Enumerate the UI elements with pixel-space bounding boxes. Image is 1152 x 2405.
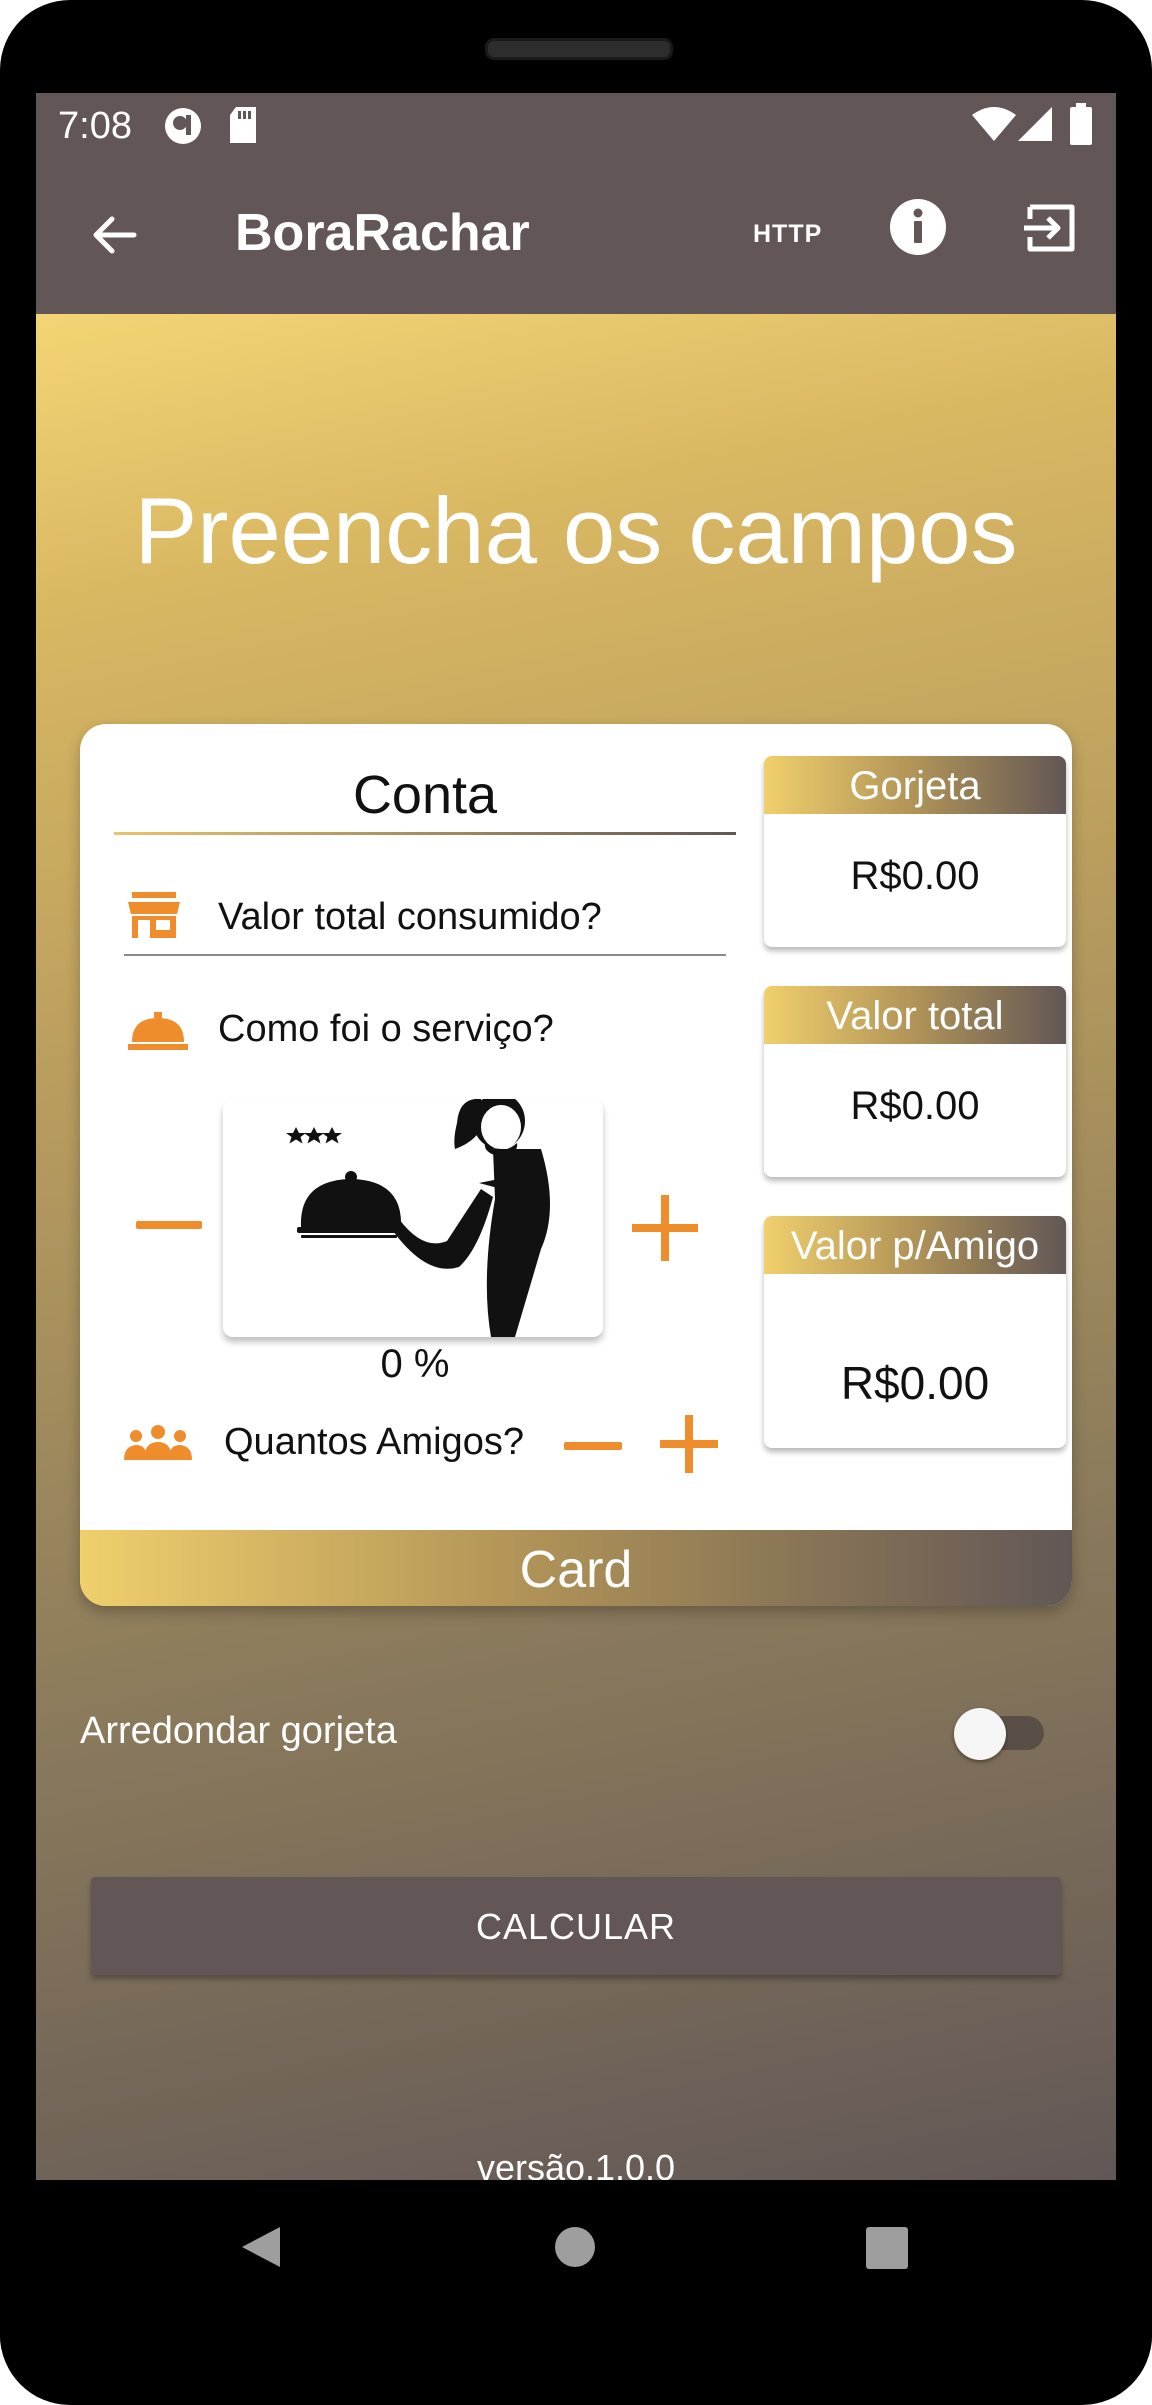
app-notification-icon	[165, 108, 201, 144]
room-service-bell-icon	[128, 1012, 188, 1050]
tip-result-value: R$0.00	[850, 854, 980, 898]
friends-increase-button[interactable]	[660, 1415, 718, 1473]
total-field-underline	[124, 954, 726, 956]
version-label: versão.1.0.0	[476, 2147, 676, 2180]
http-button[interactable]: HTTP	[753, 220, 822, 249]
tip-result-card: Gorjeta R$0.00	[764, 756, 1066, 947]
screen: 7:08 BoraRachar HTTP Preencha os campos …	[36, 93, 1116, 2180]
bill-card: Conta Valor total consumido? Como foi o …	[80, 724, 1072, 1606]
nav-back-icon[interactable]	[240, 2225, 282, 2269]
service-increase-button[interactable]	[632, 1195, 698, 1261]
service-label: Como foi o serviço?	[218, 1008, 554, 1050]
logout-icon[interactable]	[1024, 201, 1078, 255]
app-title: BoraRachar	[235, 204, 530, 262]
waiter-image	[223, 1093, 603, 1337]
total-result-value: R$0.00	[850, 1084, 980, 1128]
round-tip-switch[interactable]	[954, 1708, 1006, 1760]
back-arrow-icon[interactable]	[90, 211, 138, 259]
signal-icon	[1018, 107, 1052, 141]
total-result-card: Valor total R$0.00	[764, 986, 1066, 1177]
phone-frame: 7:08 BoraRachar HTTP Preencha os campos …	[0, 0, 1152, 2405]
service-percent: 0 %	[380, 1342, 450, 1386]
wifi-icon	[972, 107, 1016, 141]
status-time: 7:08	[58, 105, 132, 147]
nav-recents-icon[interactable]	[866, 2227, 908, 2269]
per-friend-result-value: R$0.00	[840, 1357, 990, 1409]
app-bar: BoraRachar HTTP	[36, 157, 1116, 314]
total-consumed-input[interactable]: Valor total consumido?	[218, 896, 602, 939]
navigation-bar	[0, 2180, 1152, 2350]
calculate-button[interactable]: CALCULAR	[91, 1877, 1061, 1975]
sd-card-icon	[230, 107, 256, 143]
content-area: Preencha os campos Conta Valor total con…	[36, 314, 1116, 2180]
nav-home-icon[interactable]	[554, 2226, 596, 2268]
per-friend-result-card: Valor p/Amigo R$0.00	[764, 1216, 1066, 1448]
battery-icon	[1070, 103, 1092, 145]
total-result-label: Valor total	[764, 986, 1066, 1044]
card-section-title: Conta	[352, 765, 498, 825]
status-bar: 7:08	[36, 93, 1116, 157]
store-icon	[128, 892, 180, 938]
friends-decrease-button[interactable]	[564, 1442, 622, 1450]
people-icon	[124, 1425, 192, 1460]
info-icon[interactable]	[889, 198, 947, 256]
page-title: Preencha os campos	[134, 478, 1018, 583]
per-friend-result-label: Valor p/Amigo	[764, 1216, 1066, 1274]
friends-label: Quantos Amigos?	[224, 1421, 524, 1463]
waiter-illustration	[286, 1093, 550, 1337]
round-tip-label: Arredondar gorjeta	[80, 1710, 397, 1752]
section-underline	[114, 832, 736, 835]
speaker-grille	[485, 38, 673, 60]
tip-result-label: Gorjeta	[764, 756, 1066, 814]
service-decrease-button[interactable]	[136, 1221, 202, 1229]
card-footer: Card	[80, 1530, 1072, 1606]
